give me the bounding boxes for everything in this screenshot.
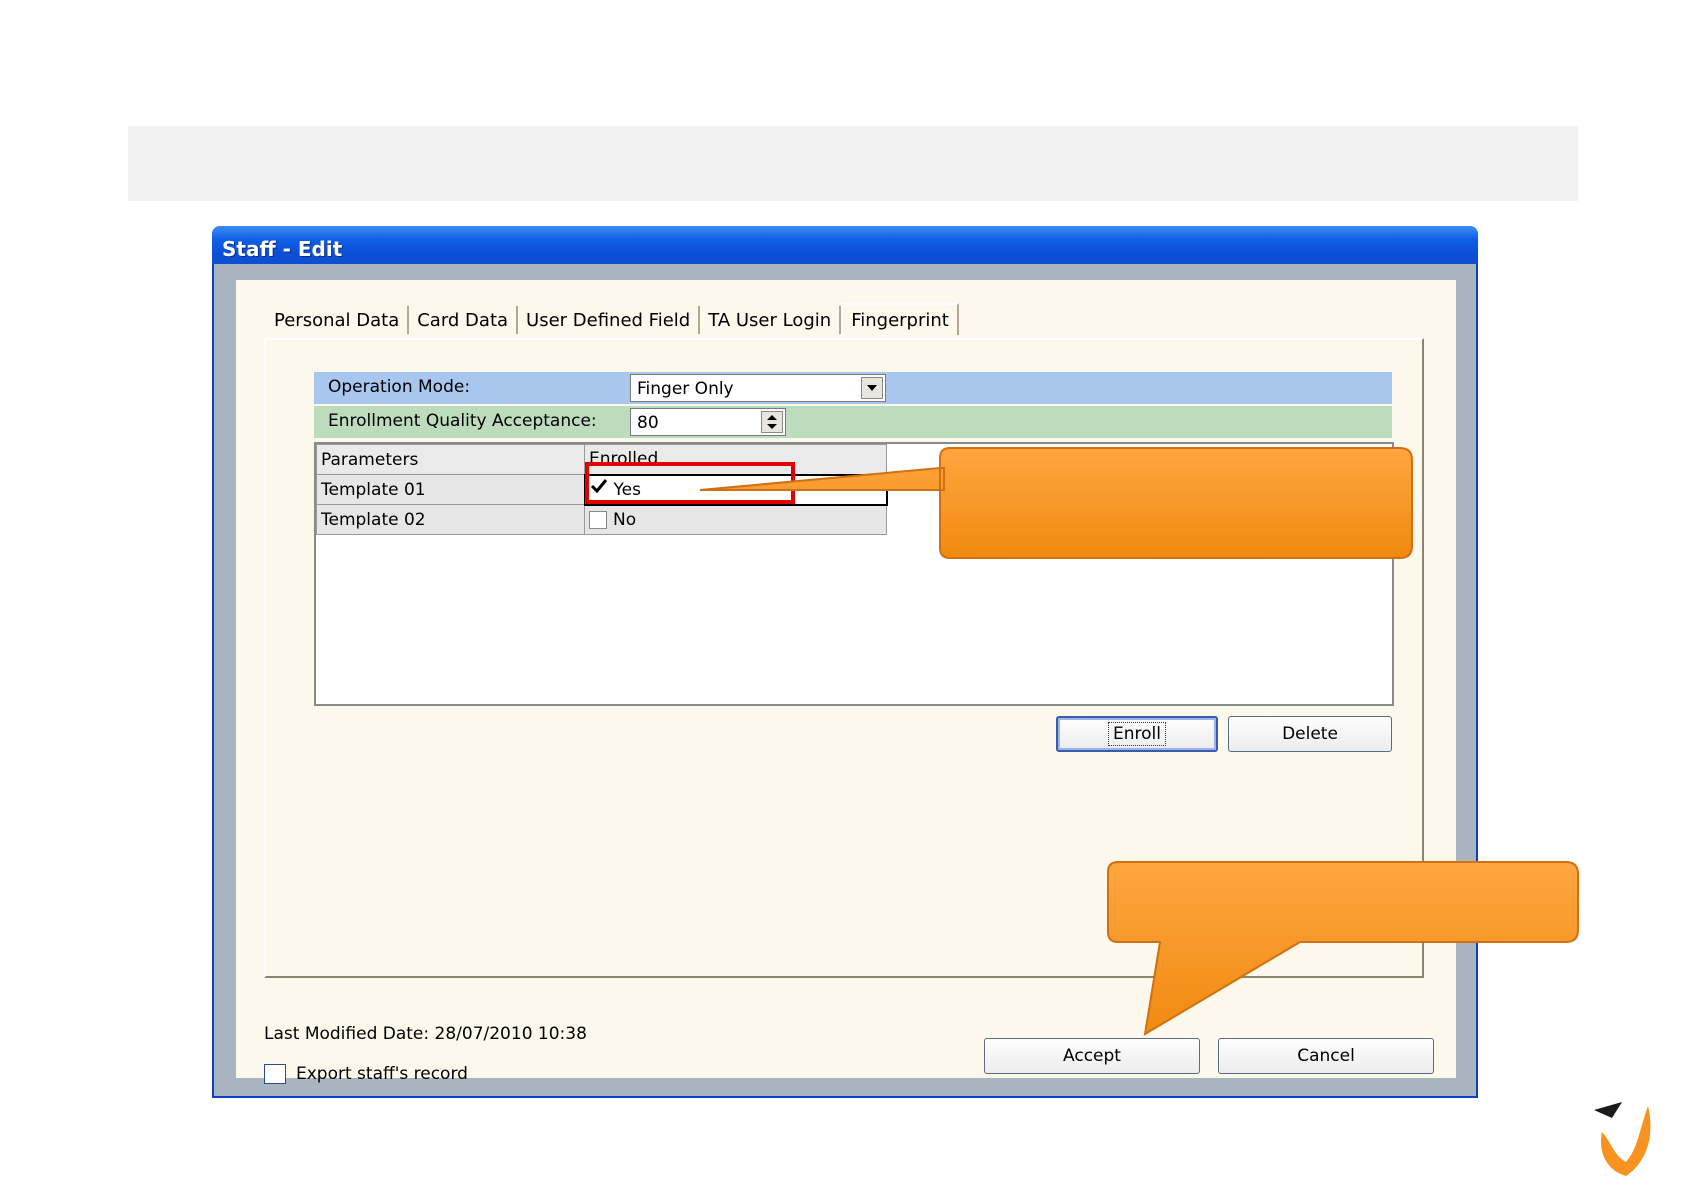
table-row[interactable]: Template 02 No [316, 504, 887, 535]
enrolled-cell[interactable]: Yes [583, 473, 888, 506]
export-label: Export staff's record [296, 1064, 468, 1084]
enrolled-value: Yes [613, 479, 641, 500]
operation-mode-value: Finger Only [637, 379, 734, 399]
template-name-cell: Template 01 [316, 474, 585, 505]
operation-mode-row: Operation Mode: Finger Only [314, 372, 1392, 404]
export-checkbox[interactable] [264, 1064, 286, 1084]
tab-ta-user-login[interactable]: TA User Login [700, 306, 842, 334]
window-client-area: Personal Data Card Data User Defined Fie… [236, 280, 1456, 1084]
enrollment-quality-label: Enrollment Quality Acceptance: [328, 411, 597, 431]
template-name-cell: Template 02 [316, 504, 585, 535]
tab-personal-data[interactable]: Personal Data [266, 306, 410, 334]
operation-mode-label: Operation Mode: [328, 377, 471, 397]
column-header-enrolled: Enrolled [584, 444, 887, 475]
cancel-button[interactable]: Cancel [1218, 1038, 1434, 1074]
spinner-arrows-icon[interactable] [761, 411, 783, 433]
operation-mode-select[interactable]: Finger Only [630, 374, 886, 402]
enroll-button-label: Enroll [1108, 722, 1166, 746]
enrollment-quality-row: Enrollment Quality Acceptance: 80 [314, 406, 1392, 438]
tab-user-defined-field[interactable]: User Defined Field [518, 306, 701, 334]
tab-fingerprint[interactable]: Fingerprint [841, 303, 959, 335]
staff-edit-window: Staff - Edit Personal Data Card Data Use… [212, 226, 1478, 1098]
tab-card-data[interactable]: Card Data [409, 306, 519, 334]
enroll-button[interactable]: Enroll [1056, 716, 1218, 752]
slide-header-band [128, 126, 1578, 201]
enrollment-quality-value: 80 [637, 413, 659, 433]
tab-strip: Personal Data Card Data User Defined Fie… [266, 303, 959, 336]
brand-logo-icon [1594, 1102, 1651, 1176]
checkbox-icon[interactable] [589, 510, 607, 529]
enrolled-cell[interactable]: No [584, 504, 887, 535]
check-icon[interactable] [590, 478, 608, 499]
fingerprint-tab-panel: Operation Mode: Finger Only Enrollment Q… [264, 338, 1424, 978]
enrolled-value: No [613, 509, 637, 530]
table-row[interactable]: Template 01 Yes [316, 473, 888, 506]
column-header-parameters: Parameters [316, 444, 585, 475]
delete-button[interactable]: Delete [1228, 716, 1392, 752]
grid-header-row: Parameters Enrolled [316, 444, 887, 475]
fingerprint-template-grid: Parameters Enrolled Template 01 Yes Temp… [314, 442, 1394, 706]
accept-button[interactable]: Accept [984, 1038, 1200, 1074]
window-title: Staff - Edit [212, 226, 1478, 264]
chevron-down-icon[interactable] [861, 377, 883, 399]
enrollment-quality-stepper[interactable]: 80 [630, 408, 786, 436]
last-modified-date: Last Modified Date: 28/07/2010 10:38 [264, 1024, 587, 1044]
